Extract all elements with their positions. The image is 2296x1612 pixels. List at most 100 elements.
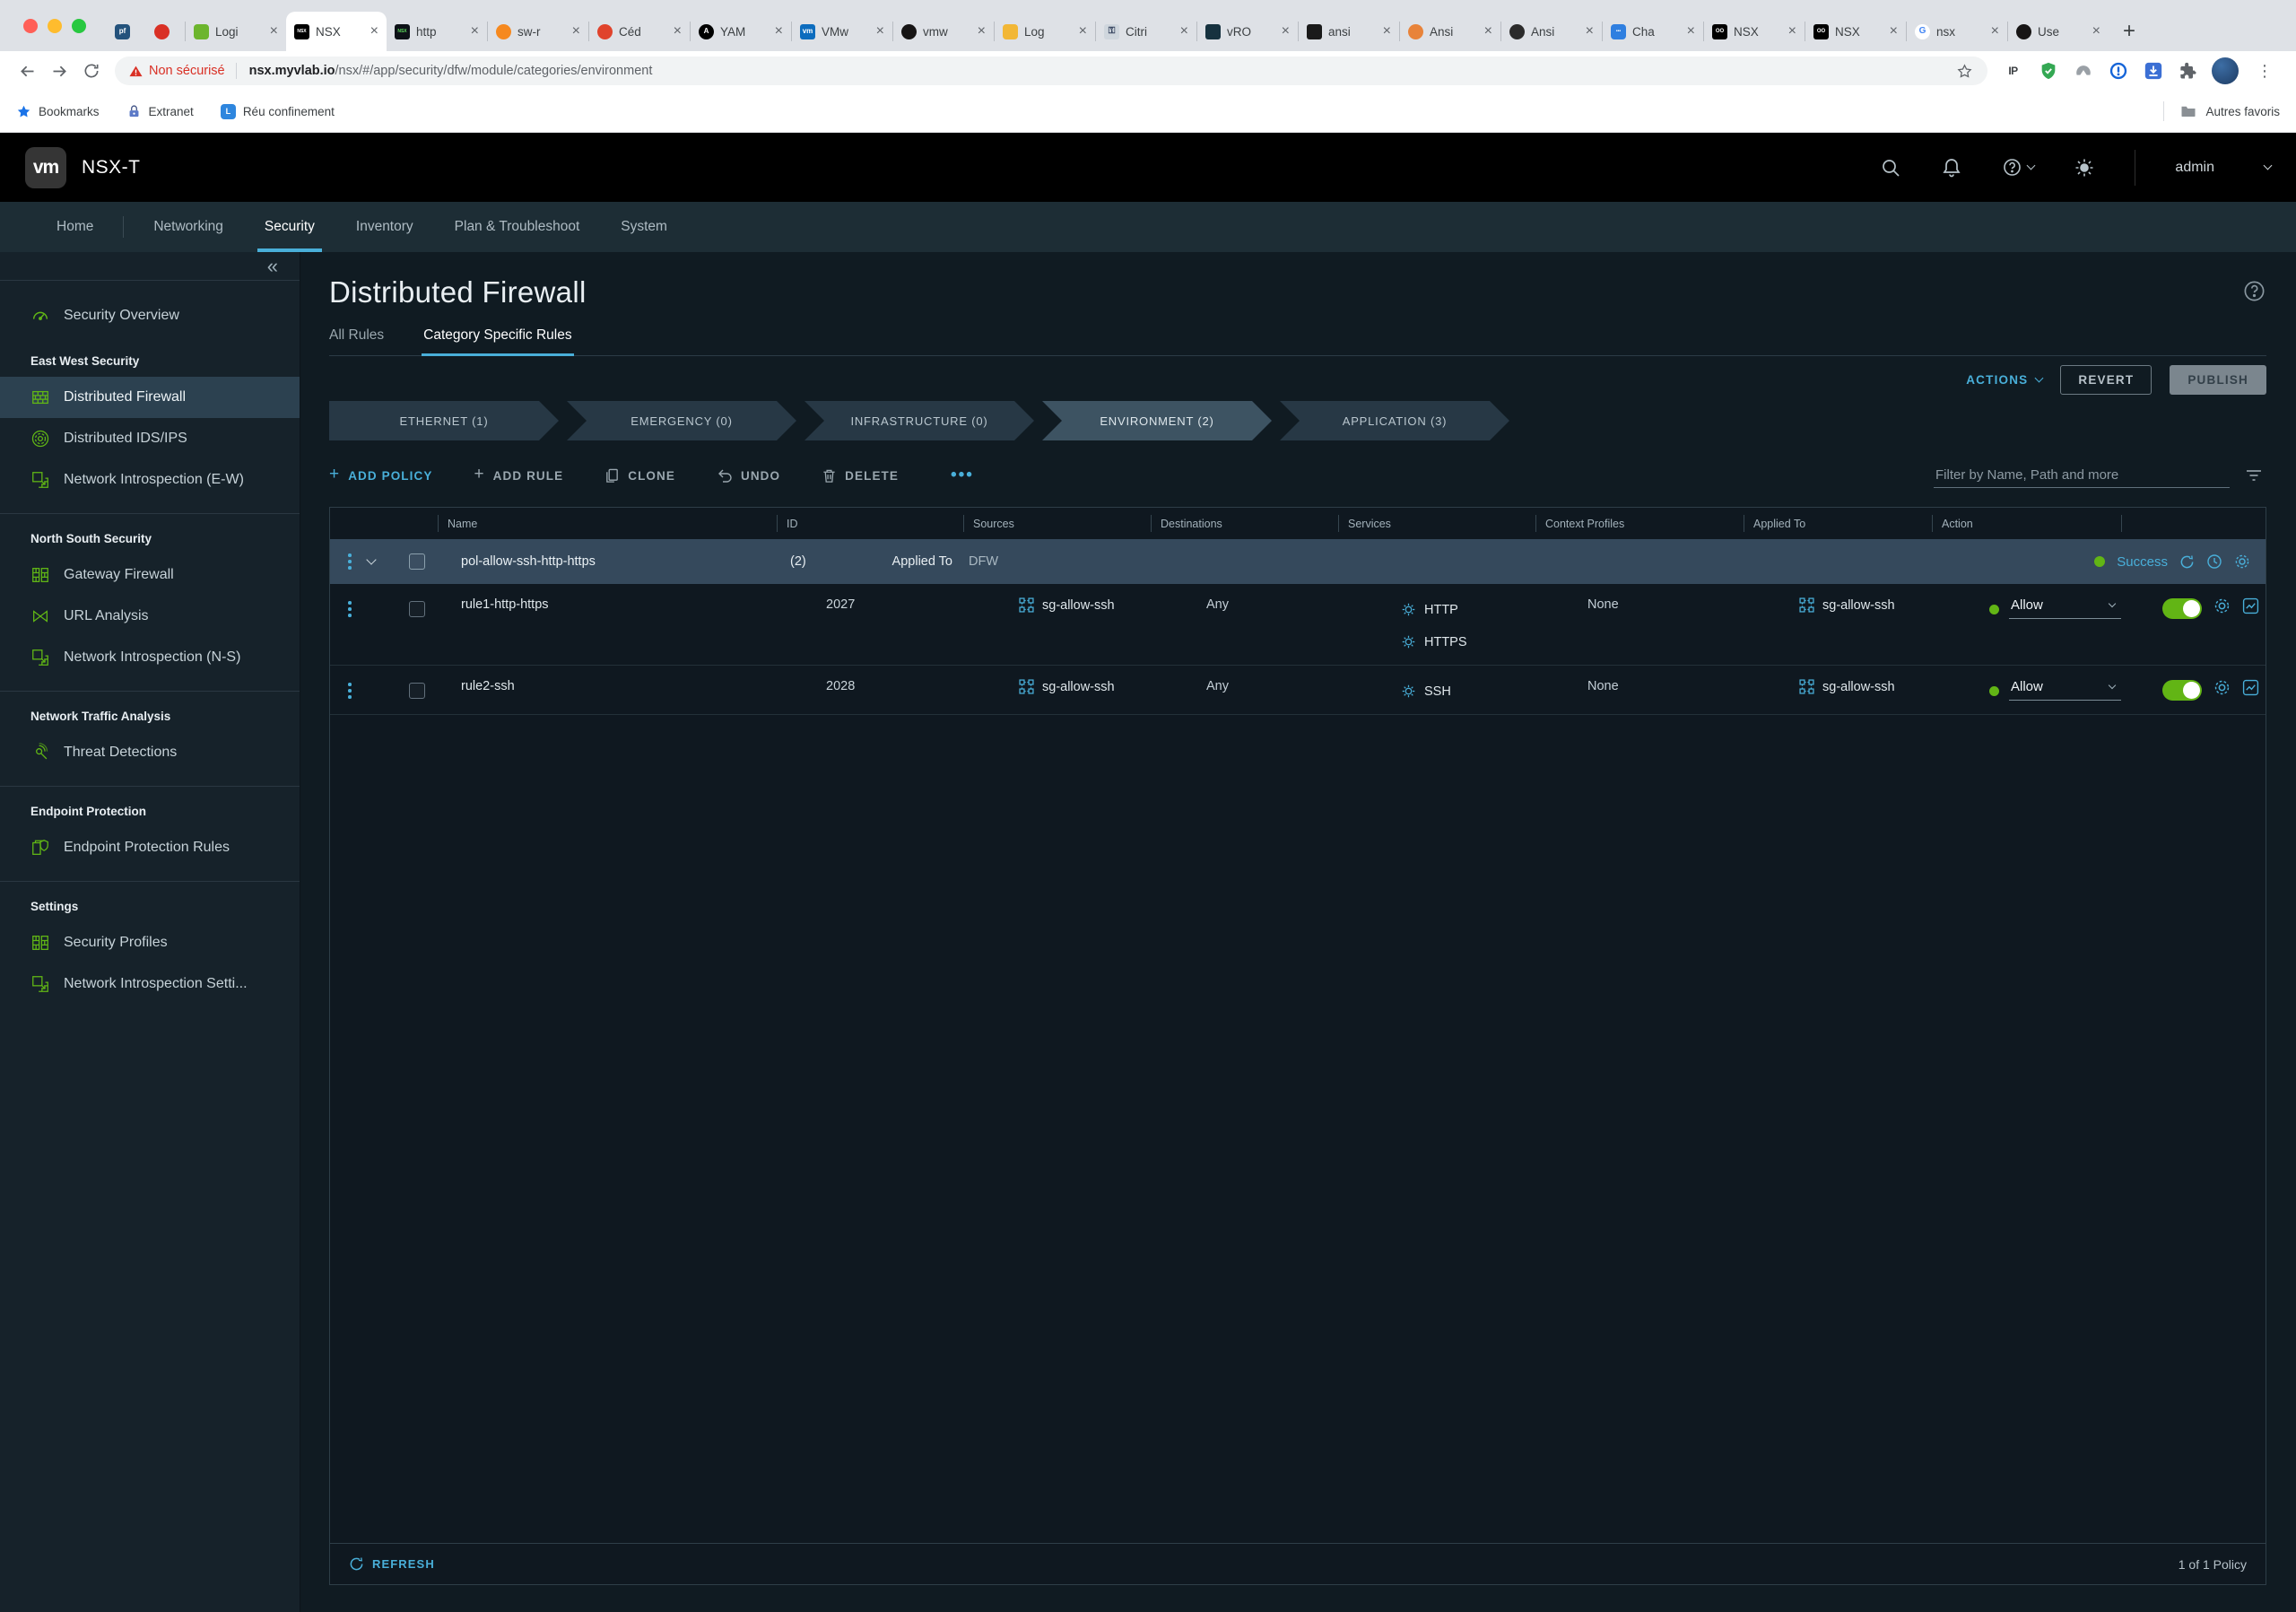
- close-icon[interactable]: ×: [1484, 23, 1492, 39]
- pinned-browser-tab[interactable]: pf: [106, 12, 145, 51]
- forward-button[interactable]: [43, 55, 75, 87]
- category-tab-emergency-0[interactable]: EMERGENCY (0): [567, 401, 796, 440]
- bookmark-item-reu-confinement[interactable]: L Réu confinement: [221, 104, 335, 119]
- close-icon[interactable]: ×: [572, 23, 580, 39]
- drag-handle-icon[interactable]: [348, 553, 352, 570]
- drag-handle-icon[interactable]: [348, 683, 352, 699]
- rule-services[interactable]: HTTPHTTPS: [1338, 584, 1535, 665]
- browser-tab-ansi-12[interactable]: Ansi×: [1400, 12, 1500, 51]
- close-icon[interactable]: ×: [1788, 23, 1796, 39]
- policy-settings-gear-icon[interactable]: [2234, 553, 2250, 570]
- column-header-name[interactable]: Name: [438, 515, 777, 532]
- action-dropdown[interactable]: Allow: [2009, 597, 2121, 619]
- ip-lookup-extension-icon[interactable]: IP: [2002, 60, 2024, 83]
- bookmark-item-bookmarks[interactable]: Bookmarks: [16, 104, 100, 119]
- sidebar-item-network-introspection-n-s[interactable]: Network Introspection (N-S): [0, 637, 300, 678]
- column-header-id[interactable]: ID: [777, 515, 963, 532]
- close-icon[interactable]: ×: [1687, 23, 1695, 39]
- shield-extension-icon[interactable]: [2037, 60, 2059, 83]
- column-header-context-profiles[interactable]: Context Profiles: [1535, 515, 1744, 532]
- sidebar-item-distributed-ids-ips[interactable]: Distributed IDS/IPS: [0, 418, 300, 459]
- vpn-extension-icon[interactable]: [2072, 60, 2094, 83]
- rule-name[interactable]: rule1-http-https: [438, 584, 777, 665]
- undo-button[interactable]: UNDO: [717, 467, 780, 484]
- check-status-icon[interactable]: [2179, 554, 2195, 570]
- rule-destinations[interactable]: Any: [1151, 666, 1338, 714]
- add-policy-button[interactable]: +ADD POLICY: [329, 466, 432, 484]
- policy-name[interactable]: pol-allow-ssh-http-https: [438, 554, 777, 569]
- category-tab-ethernet-1[interactable]: ETHERNET (1): [329, 401, 559, 440]
- rule-settings-button[interactable]: [2213, 679, 2231, 696]
- close-icon[interactable]: ×: [775, 23, 783, 39]
- download-extension-icon[interactable]: [2142, 60, 2164, 83]
- policy-row[interactable]: pol-allow-ssh-http-https (2) Applied To …: [330, 539, 2266, 584]
- rule-checkbox[interactable]: [409, 683, 425, 699]
- extensions-puzzle-icon[interactable]: [2177, 60, 2199, 83]
- rule-destinations[interactable]: Any: [1151, 584, 1338, 665]
- close-icon[interactable]: ×: [1180, 23, 1188, 39]
- notifications-bell-icon[interactable]: [1941, 157, 1962, 179]
- policy-applied-to-value[interactable]: DFW: [963, 554, 1151, 569]
- close-window-button[interactable]: [23, 19, 38, 33]
- column-header-destinations[interactable]: Destinations: [1151, 515, 1338, 532]
- rule-settings-button[interactable]: [2213, 597, 2231, 614]
- reload-button[interactable]: [75, 55, 108, 87]
- rule-context-profiles[interactable]: None: [1535, 666, 1744, 714]
- maximize-window-button[interactable]: [72, 19, 86, 33]
- browser-tab-use-18[interactable]: Use×: [2008, 12, 2109, 51]
- pinned-browser-tab[interactable]: [145, 12, 185, 51]
- filter-input[interactable]: [1934, 463, 2230, 488]
- column-header-action[interactable]: Action: [1932, 515, 2121, 532]
- nav-item-security[interactable]: Security: [244, 202, 335, 252]
- theme-sun-icon[interactable]: [2074, 157, 2095, 179]
- close-icon[interactable]: ×: [1383, 23, 1391, 39]
- close-icon[interactable]: ×: [1991, 23, 1999, 39]
- new-tab-button[interactable]: +: [2109, 12, 2150, 51]
- browser-tab-cha-14[interactable]: •••Cha×: [1603, 12, 1703, 51]
- browser-tab-citri-9[interactable]: ⚿Citri×: [1096, 12, 1196, 51]
- more-actions-button[interactable]: •••: [951, 466, 974, 485]
- drag-handle-icon[interactable]: [348, 601, 352, 617]
- rule-applied-to[interactable]: sg-allow-ssh: [1744, 666, 1932, 714]
- sidebar-collapse-icon[interactable]: «: [267, 255, 278, 278]
- rule-sources[interactable]: sg-allow-ssh: [963, 584, 1151, 665]
- column-header-sources[interactable]: Sources: [963, 515, 1151, 532]
- rule-enabled-toggle[interactable]: [2162, 680, 2202, 701]
- browser-tab-logi-0[interactable]: Logi×: [186, 12, 286, 51]
- close-icon[interactable]: ×: [876, 23, 884, 39]
- close-icon[interactable]: ×: [1282, 23, 1290, 39]
- add-rule-button[interactable]: +ADD RULE: [474, 466, 563, 484]
- browser-tab-nsx-17[interactable]: Gnsx×: [1907, 12, 2007, 51]
- browser-menu-icon[interactable]: ⋮: [2251, 62, 2278, 81]
- nav-item-networking[interactable]: Networking: [133, 202, 244, 252]
- rule-applied-to[interactable]: sg-allow-ssh: [1744, 584, 1932, 665]
- close-icon[interactable]: ×: [471, 23, 479, 39]
- column-header-applied-to[interactable]: Applied To: [1744, 515, 1932, 532]
- browser-tab-nsx-16[interactable]: OONSX×: [1805, 12, 1906, 51]
- close-icon[interactable]: ×: [2092, 23, 2100, 39]
- help-icon[interactable]: [2242, 279, 2266, 303]
- sidebar-item-distributed-firewall[interactable]: Distributed Firewall: [0, 377, 300, 418]
- browser-tab-sw-r-3[interactable]: sw-r×: [488, 12, 588, 51]
- sidebar-item-url-analysis[interactable]: URL Analysis: [0, 596, 300, 637]
- address-bar[interactable]: Non sécurisé nsx.myvlab.io/nsx/#/app/sec…: [115, 57, 1987, 85]
- rule-enabled-toggle[interactable]: [2162, 598, 2202, 619]
- back-button[interactable]: [11, 55, 43, 87]
- browser-tab-vmw-6[interactable]: vmVMw×: [792, 12, 892, 51]
- browser-tab-c-d-4[interactable]: Céd×: [589, 12, 690, 51]
- filter-icon[interactable]: [2243, 465, 2265, 486]
- rule-name[interactable]: rule2-ssh: [438, 666, 777, 714]
- actions-menu-button[interactable]: ACTIONS: [1966, 373, 2042, 387]
- refresh-button[interactable]: REFRESH: [349, 1556, 435, 1572]
- browser-profile-avatar[interactable]: [2212, 57, 2239, 84]
- rule-sources[interactable]: sg-allow-ssh: [963, 666, 1151, 714]
- rule-services[interactable]: SSH: [1338, 666, 1535, 714]
- category-tab-infrastructure-0[interactable]: INFRASTRUCTURE (0): [804, 401, 1034, 440]
- column-header-services[interactable]: Services: [1338, 515, 1535, 532]
- close-icon[interactable]: ×: [370, 23, 378, 39]
- action-dropdown[interactable]: Allow: [2009, 679, 2121, 701]
- rule-row-rule1-http-https[interactable]: rule1-http-https2027sg-allow-sshAnyHTTPH…: [330, 584, 2266, 666]
- close-icon[interactable]: ×: [1079, 23, 1087, 39]
- user-menu[interactable]: admin: [2175, 160, 2271, 176]
- bookmark-item-extranet[interactable]: Extranet: [126, 104, 194, 119]
